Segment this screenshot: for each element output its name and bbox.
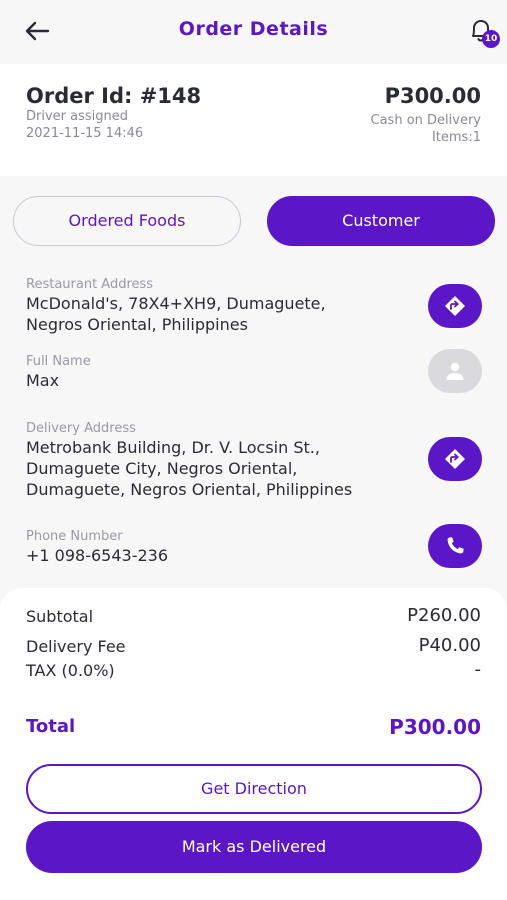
- top-bar: Order Details 10: [0, 0, 507, 62]
- delivery-fee-value: P40.00: [418, 635, 481, 656]
- tax-value: -: [474, 659, 482, 680]
- person-icon: [446, 362, 464, 380]
- mark-as-delivered-button[interactable]: Mark as Delivered: [26, 821, 482, 873]
- order-total: P300.00: [384, 84, 481, 108]
- payment-method: Cash on Delivery: [370, 113, 481, 128]
- full-name: Max: [26, 371, 60, 390]
- order-status: Driver assigned: [26, 109, 129, 124]
- tax-label: TAX (0.0%): [26, 661, 115, 680]
- phone-icon: [447, 537, 464, 554]
- directions-icon: [445, 296, 465, 316]
- avatar: [428, 349, 482, 393]
- call-button[interactable]: [428, 524, 482, 568]
- restaurant-address-label: Restaurant Address: [26, 277, 154, 292]
- tab-ordered-foods[interactable]: Ordered Foods: [13, 196, 241, 246]
- order-summary-card: Order Id: #148 Driver assigned 2021-11-1…: [0, 64, 507, 176]
- phone-number-label: Phone Number: [26, 529, 123, 544]
- subtotal-label: Subtotal: [26, 607, 94, 626]
- full-name-label: Full Name: [26, 354, 91, 369]
- total-value: P300.00: [389, 715, 481, 739]
- delivery-address: Metrobank Building, Dr. V. Locsin St., D…: [26, 438, 353, 499]
- phone-number: +1 098-6543-236: [26, 546, 169, 565]
- items-count: Items:1: [431, 130, 481, 145]
- subtotal-value: P260.00: [407, 605, 481, 626]
- order-id: Order Id: #148: [26, 84, 202, 108]
- restaurant-address: McDonald's, 78X4+XH9, Dumaguete, Negros …: [26, 294, 326, 334]
- delivery-fee-label: Delivery Fee: [26, 637, 126, 656]
- notification-badge: 10: [482, 30, 500, 48]
- directions-icon: [445, 449, 465, 469]
- delivery-address-label: Delivery Address: [26, 421, 136, 436]
- tab-customer[interactable]: Customer: [267, 196, 495, 246]
- get-direction-button[interactable]: Get Direction: [26, 764, 482, 814]
- total-label: Total: [26, 716, 76, 737]
- delivery-directions-button[interactable]: [428, 437, 482, 481]
- order-datetime: 2021-11-15 14:46: [26, 126, 144, 141]
- page-title: Order Details: [178, 18, 329, 40]
- payment-summary-panel: Subtotal P260.00 Delivery Fee P40.00 TAX…: [0, 588, 507, 900]
- restaurant-directions-button[interactable]: [428, 284, 482, 328]
